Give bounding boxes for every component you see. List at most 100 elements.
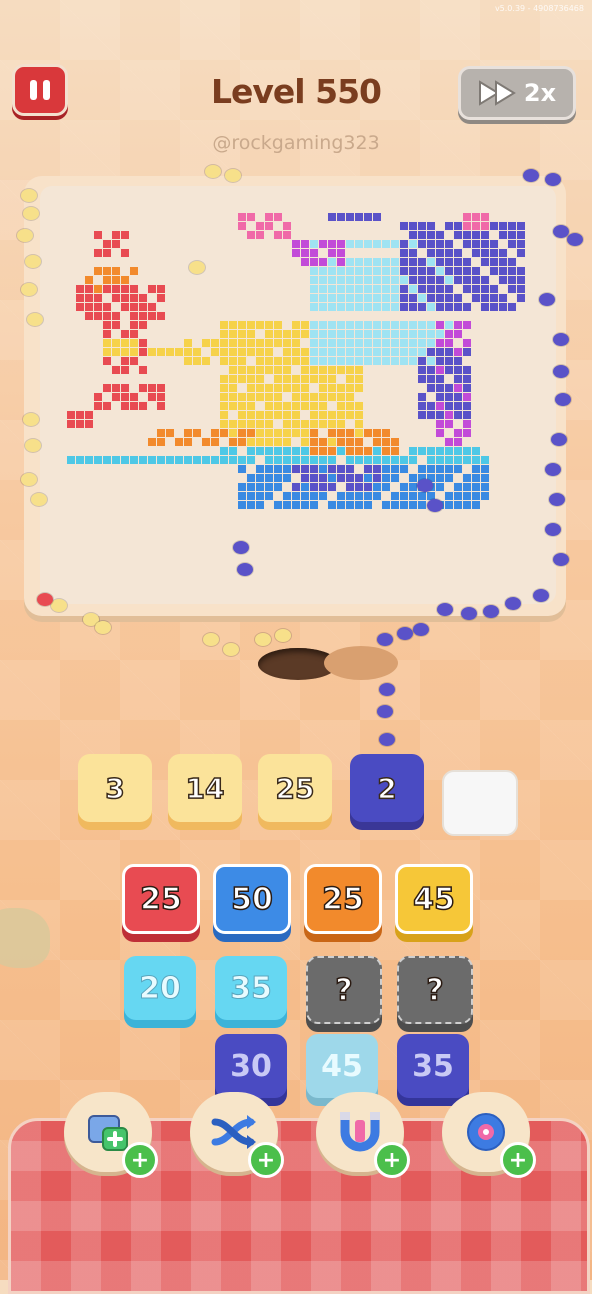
tile-yellow[interactable]: 45 <box>395 864 473 934</box>
pixel <box>310 375 318 383</box>
pixel <box>508 258 516 266</box>
pixel <box>346 438 354 446</box>
pixel <box>490 303 498 311</box>
pixel <box>382 429 390 437</box>
queue-slot-2[interactable]: 14 <box>168 754 242 822</box>
queue-slot-1[interactable]: 3 <box>78 754 152 822</box>
pixel <box>364 258 372 266</box>
tile-purple[interactable]: 30 <box>215 1034 287 1098</box>
queue-slot-empty[interactable] <box>442 770 518 836</box>
pixel <box>184 339 192 347</box>
pixel <box>247 456 255 464</box>
pixel <box>103 339 111 347</box>
speed-toggle-button[interactable]: 2x <box>458 66 576 120</box>
ant <box>31 493 47 506</box>
pixel <box>373 285 381 293</box>
pixel <box>418 447 426 455</box>
pixel <box>355 375 363 383</box>
pixel <box>328 411 336 419</box>
pixel <box>121 402 129 410</box>
powerup-donut[interactable]: + <box>442 1092 536 1178</box>
pixel <box>130 285 138 293</box>
pixel <box>238 375 246 383</box>
pixel <box>418 339 426 347</box>
tile-cyan[interactable]: 35 <box>215 956 287 1020</box>
pixel <box>445 285 453 293</box>
pixel <box>301 474 309 482</box>
pixel <box>346 258 354 266</box>
powerup-shuffle[interactable]: + <box>190 1092 284 1178</box>
pixel <box>130 321 138 329</box>
tile-purple[interactable]: 35 <box>397 1034 469 1098</box>
tile-orange[interactable]: 25 <box>304 864 382 934</box>
tile-light-blue[interactable]: 45 <box>306 1034 378 1098</box>
pixel <box>319 321 327 329</box>
pixel <box>499 249 507 257</box>
pixel <box>139 348 147 356</box>
pixel <box>310 276 318 284</box>
pixel <box>112 312 120 320</box>
ant <box>95 621 111 634</box>
pixel <box>130 330 138 338</box>
pixel <box>346 213 354 221</box>
pixel <box>256 483 264 491</box>
tile-blue[interactable]: 50 <box>213 864 291 934</box>
pixel <box>418 285 426 293</box>
tile-mystery[interactable]: ? <box>397 956 473 1024</box>
pixel <box>166 456 174 464</box>
pixel <box>337 366 345 374</box>
powerup-add-slot[interactable]: + <box>64 1092 158 1178</box>
queue-slot-4[interactable]: 2 <box>350 754 424 822</box>
pixel <box>364 240 372 248</box>
pixel <box>139 339 147 347</box>
pixel <box>337 294 345 302</box>
pixel <box>427 330 435 338</box>
ant <box>505 597 521 610</box>
tile-red[interactable]: 25 <box>122 864 200 934</box>
pixel <box>472 501 480 509</box>
pixel <box>454 501 462 509</box>
pixel <box>445 294 453 302</box>
pixel <box>454 267 462 275</box>
pixel <box>481 456 489 464</box>
pixel <box>220 402 228 410</box>
pixel <box>346 474 354 482</box>
pixel <box>427 348 435 356</box>
pixel <box>247 375 255 383</box>
pixel <box>112 294 120 302</box>
pixel <box>310 447 318 455</box>
pixel <box>373 321 381 329</box>
pixel <box>373 240 381 248</box>
pixel <box>454 294 462 302</box>
pixel <box>364 339 372 347</box>
pixel-canvas <box>40 186 556 604</box>
pixel <box>274 330 282 338</box>
pixel <box>229 384 237 392</box>
pixel <box>355 213 363 221</box>
tile-mystery[interactable]: ? <box>306 956 382 1024</box>
queue-slot-3[interactable]: 25 <box>258 754 332 822</box>
pixel <box>355 330 363 338</box>
pixel <box>337 240 345 248</box>
ant <box>397 627 413 640</box>
pixel <box>148 384 156 392</box>
pixel <box>463 276 471 284</box>
ant <box>551 433 567 446</box>
pixel <box>139 303 147 311</box>
pixel <box>346 447 354 455</box>
pixel <box>355 456 363 464</box>
pixel <box>364 294 372 302</box>
pixel <box>301 321 309 329</box>
pixel <box>391 267 399 275</box>
pixel <box>256 474 264 482</box>
tile-cyan[interactable]: 20 <box>124 956 196 1020</box>
pixel <box>445 249 453 257</box>
pixel <box>418 330 426 338</box>
pixel <box>265 465 273 473</box>
pixel <box>427 375 435 383</box>
pixel <box>256 393 264 401</box>
pixel <box>445 357 453 365</box>
pixel <box>328 249 336 257</box>
powerup-magnet[interactable]: + <box>316 1092 410 1178</box>
pixel <box>139 402 147 410</box>
